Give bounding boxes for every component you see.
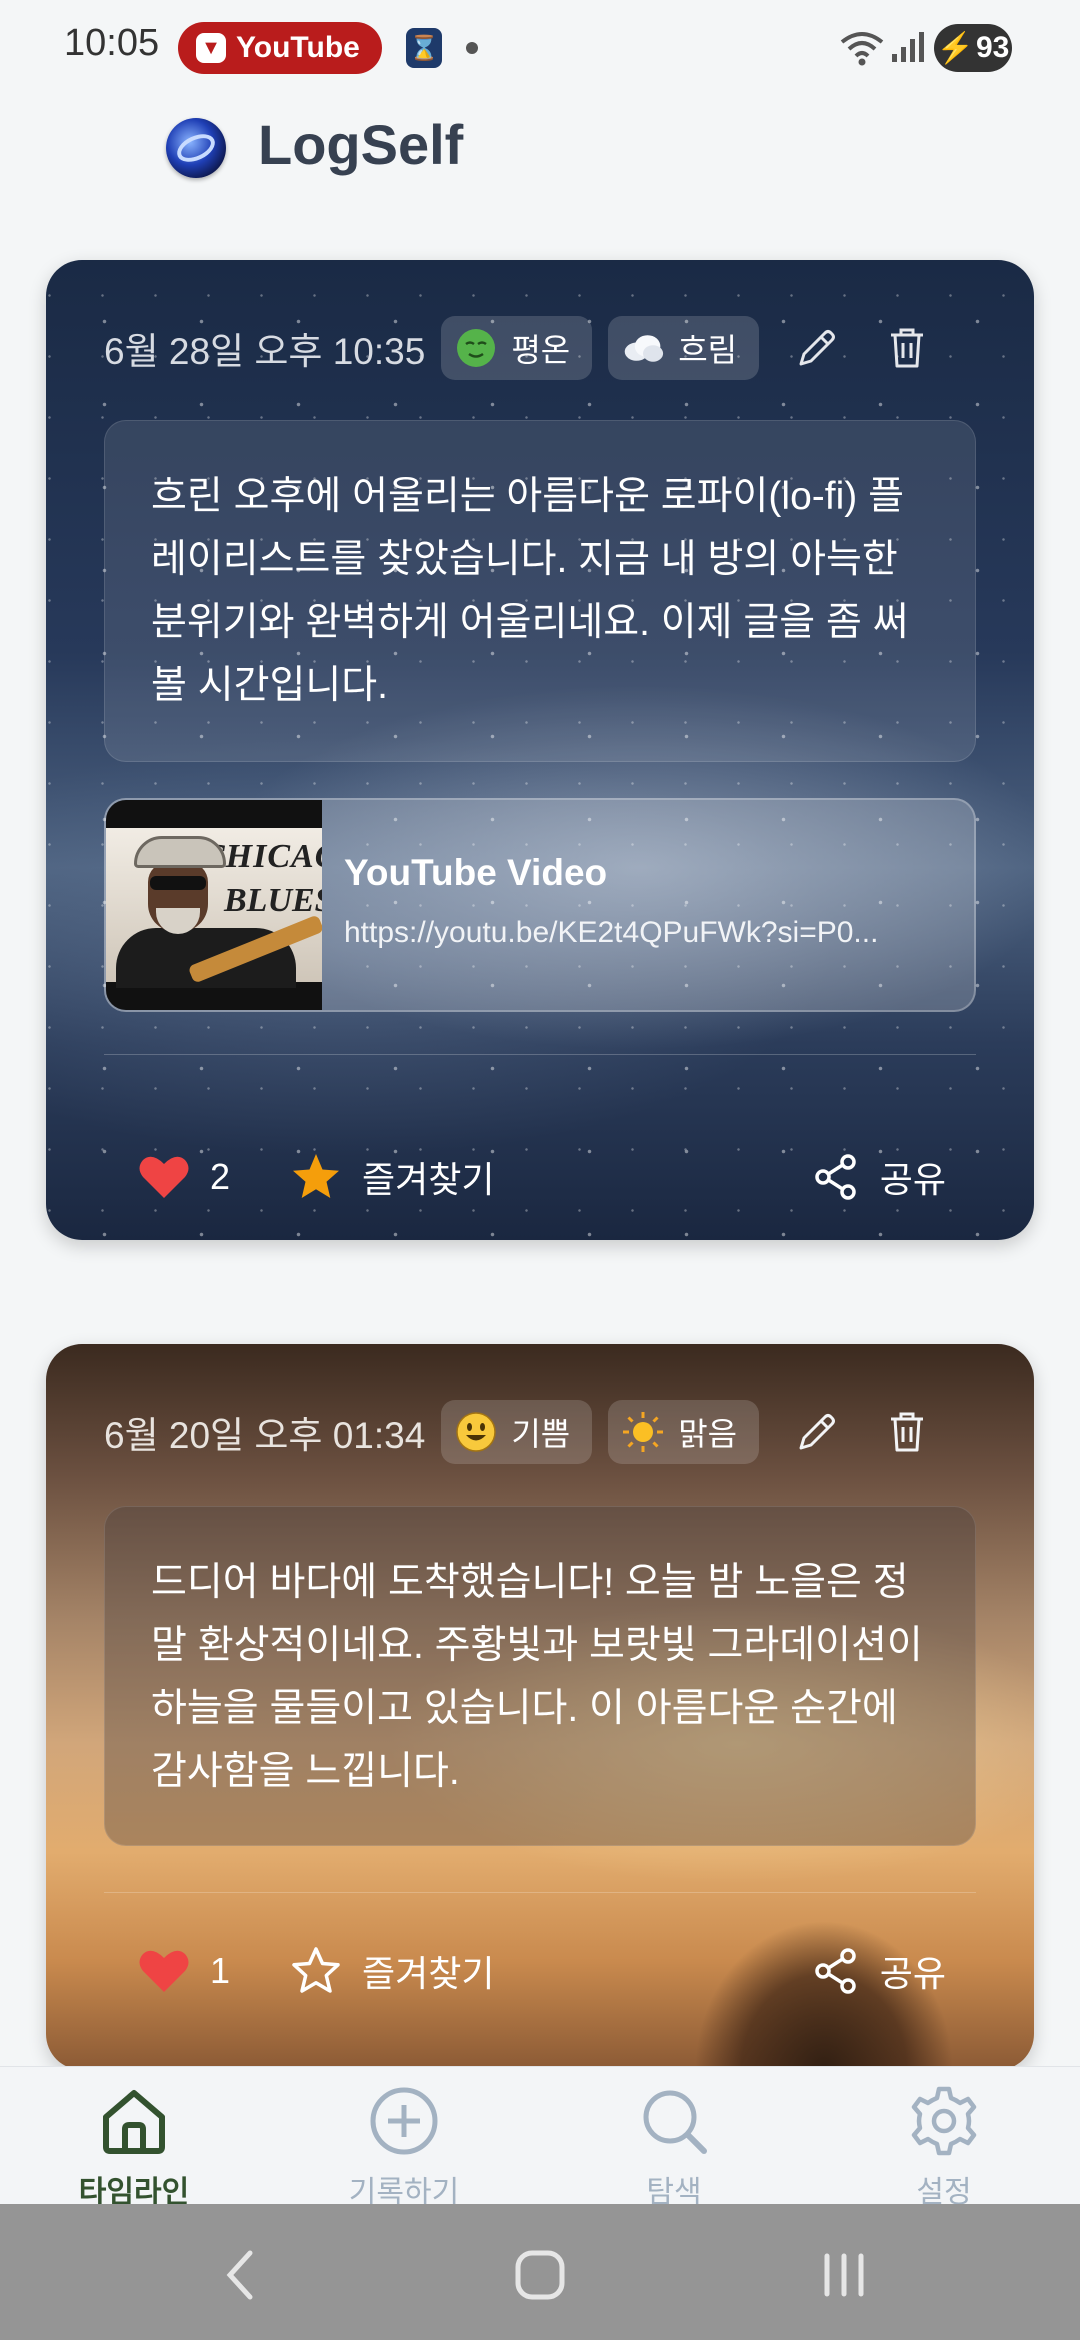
pencil-icon xyxy=(799,330,836,366)
share-icon xyxy=(815,1948,856,1994)
pencil-icon xyxy=(799,1414,836,1450)
home-square-icon xyxy=(515,2250,565,2300)
like-count: 2 xyxy=(210,1156,231,1197)
system-navigation-bar xyxy=(0,2204,1080,2340)
weather-chip: 흐림 xyxy=(608,316,760,380)
app-chip-label: YouTube xyxy=(236,31,360,64)
relieved-face-icon xyxy=(455,327,497,369)
like-button[interactable]: 2 xyxy=(138,1154,290,1200)
link-info: YouTube Video https://youtu.be/KE2t4QPuF… xyxy=(344,852,950,950)
mood-label: 기쁨 xyxy=(511,1415,571,1453)
entry-actions: 2 즐겨찾기 공유 xyxy=(138,1142,946,1212)
heart-icon xyxy=(139,1950,189,1992)
journal-entry-card[interactable]: 6월 20일 오후 01:34 기쁨 맑음 드디어 바다에 도착했습니다! 오늘… xyxy=(46,1344,1034,2070)
weather-label: 흐림 xyxy=(678,331,738,369)
entry-meta-row: 6월 28일 오후 10:35 평온 흐림 xyxy=(104,316,994,380)
link-url: https://youtu.be/KE2t4QPuFWk?si=P0... xyxy=(344,916,879,949)
card-divider xyxy=(104,1054,976,1055)
share-icon xyxy=(815,1154,856,1200)
card-divider xyxy=(104,1892,976,1893)
favorite-label: 즐겨찾기 xyxy=(362,1159,495,1200)
thumbnail-text-2: BLUES xyxy=(224,882,322,919)
nav-settings[interactable]: 설정 xyxy=(844,2085,1044,2211)
bottom-navigation: 타임라인 기록하기 탐색 설정 xyxy=(0,2066,1080,2209)
gear-icon xyxy=(911,2086,977,2156)
brave-lion-icon: ▼ xyxy=(196,33,226,63)
nav-explore[interactable]: 탐색 xyxy=(574,2085,774,2211)
smiling-face-icon xyxy=(455,1411,497,1453)
youtube-app-chip[interactable]: ▼ YouTube xyxy=(178,22,382,74)
system-home-button[interactable] xyxy=(500,2240,580,2310)
delete-button[interactable] xyxy=(875,316,939,380)
notification-dot-icon xyxy=(466,42,478,54)
favorite-button[interactable]: 즐겨찾기 xyxy=(290,1945,494,1997)
entry-actions: 1 즐겨찾기 공유 xyxy=(138,1936,946,2006)
search-icon xyxy=(643,2090,707,2154)
sun-icon xyxy=(622,1411,664,1453)
favorite-button[interactable]: 즐겨찾기 xyxy=(290,1151,494,1203)
add-circle-icon xyxy=(370,2087,438,2155)
trash-icon xyxy=(891,328,924,368)
app-title: LogSelf xyxy=(258,113,464,176)
share-button[interactable]: 공유 xyxy=(812,1151,946,1203)
system-back-button[interactable] xyxy=(200,2240,280,2310)
cloud-icon xyxy=(622,327,664,369)
entry-text: 드디어 바다에 도착했습니다! 오늘 밤 노을은 정말 환상적이네요. 주황빛과… xyxy=(104,1506,976,1846)
charging-bolt-icon: ⚡ xyxy=(936,31,974,65)
favorite-label: 즐겨찾기 xyxy=(362,1953,495,1994)
entry-meta-row: 6월 20일 오후 01:34 기쁨 맑음 xyxy=(104,1400,994,1464)
delete-button[interactable] xyxy=(875,1400,939,1464)
signal-icon xyxy=(892,32,924,62)
share-label: 공유 xyxy=(879,1953,946,1994)
battery-level: 93 xyxy=(975,31,1010,64)
entry-date: 6월 28일 오후 10:35 xyxy=(104,331,426,372)
star-filled-icon xyxy=(293,1154,339,1198)
weather-chip: 맑음 xyxy=(608,1400,760,1464)
recents-icon xyxy=(824,2253,864,2297)
link-title: YouTube Video xyxy=(344,852,608,893)
nav-timeline[interactable]: 타임라인 xyxy=(34,2085,234,2211)
status-bar: 10:05 ▼ YouTube ⌛ ⚡ 93 xyxy=(0,0,1080,96)
back-chevron-icon xyxy=(226,2250,253,2300)
nav-record[interactable]: 기록하기 xyxy=(304,2085,504,2211)
video-thumbnail: CHICAG BLUES xyxy=(106,800,322,1010)
home-icon xyxy=(103,2090,165,2154)
journal-entry-card[interactable]: 6월 28일 오후 10:35 평온 흐림 흐린 오후에 어울리는 아름다운 로… xyxy=(46,260,1034,1240)
app-header: LogSelf xyxy=(0,100,1080,220)
wifi-icon xyxy=(840,32,884,66)
share-button[interactable]: 공유 xyxy=(812,1945,946,1997)
mood-chip: 기쁨 xyxy=(441,1400,593,1464)
trash-icon xyxy=(891,1412,924,1452)
star-outline-icon xyxy=(292,1947,340,1993)
like-count: 1 xyxy=(210,1950,231,1991)
edit-button[interactable] xyxy=(785,316,849,380)
edit-button[interactable] xyxy=(785,1400,849,1464)
entry-text: 흐린 오후에 어울리는 아름다운 로파이(lo-fi) 플레이리스트를 찾았습니… xyxy=(104,420,976,762)
heart-icon xyxy=(139,1156,189,1198)
status-time: 10:05 xyxy=(64,22,160,64)
share-label: 공유 xyxy=(879,1159,946,1200)
hourglass-icon: ⌛ xyxy=(406,28,442,68)
weather-label: 맑음 xyxy=(678,1415,738,1453)
app-logo xyxy=(166,118,226,178)
entry-date: 6월 20일 오후 01:34 xyxy=(104,1415,426,1456)
youtube-link-preview[interactable]: CHICAG BLUES YouTube Video https://youtu… xyxy=(104,798,976,1012)
mood-label: 평온 xyxy=(511,331,571,369)
mood-chip: 평온 xyxy=(441,316,593,380)
like-button[interactable]: 1 xyxy=(138,1948,290,1994)
battery-indicator: ⚡ 93 xyxy=(934,24,1012,72)
system-recents-button[interactable] xyxy=(804,2240,884,2310)
